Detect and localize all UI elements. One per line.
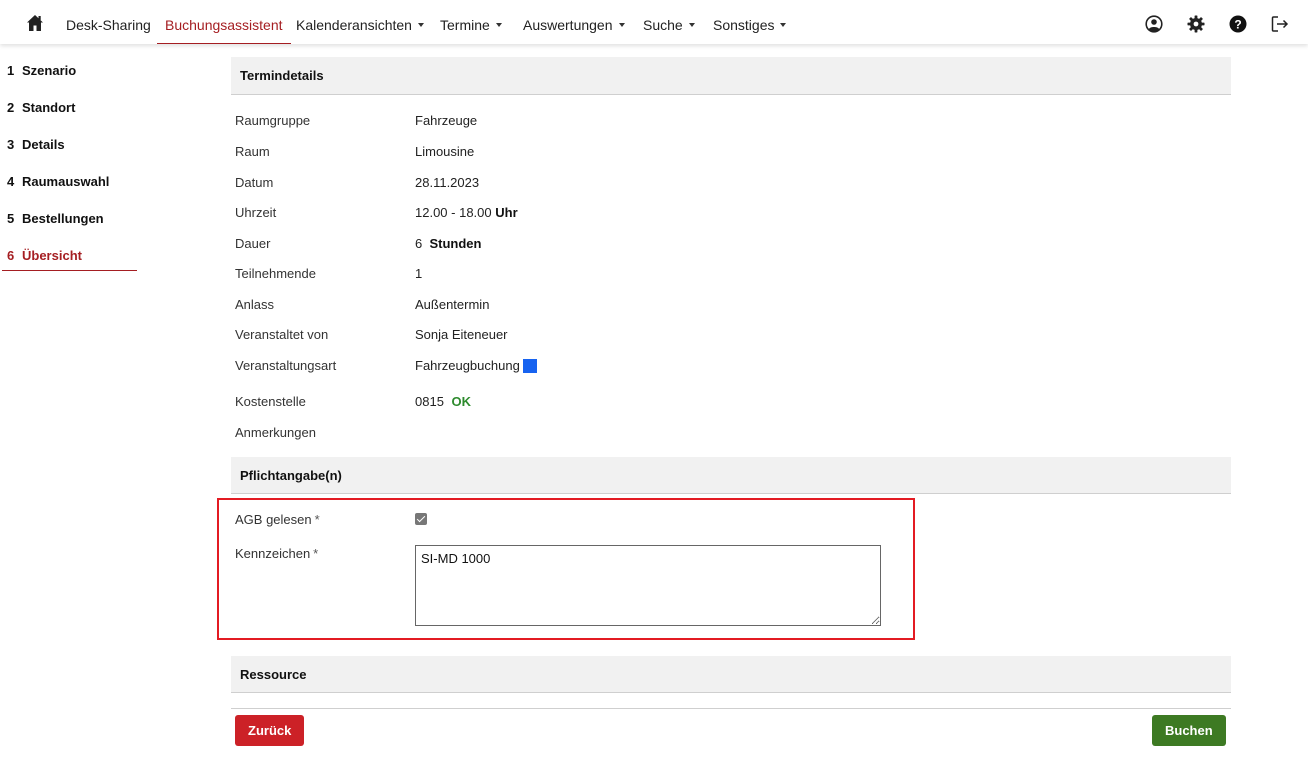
kostenstelle-number: 0815 (415, 394, 444, 409)
caret-down-icon (688, 23, 695, 28)
step-raumauswahl[interactable]: 4 Raumauswahl (0, 167, 140, 204)
wizard-steps: 1 Szenario 2 Standort 3 Details 4 Raumauswah… (0, 56, 140, 278)
section-title: Pflichtangabe(n) (240, 468, 342, 483)
home-icon[interactable] (26, 14, 44, 32)
dauer-unit: Stunden (429, 236, 482, 251)
nav-label: Kalenderansichten (296, 17, 412, 33)
caret-down-icon (495, 23, 502, 28)
step-uebersicht[interactable]: 6 Übersicht (0, 241, 140, 278)
value-dauer: 6 Stunden (415, 236, 481, 251)
step-label: Details (22, 137, 65, 152)
user-circle-icon[interactable] (1145, 15, 1163, 33)
label-raum: Raum (235, 144, 270, 159)
agb-label-text: AGB gelesen (235, 512, 312, 527)
nav-buchungsassistent[interactable]: Buchungsassistent (157, 0, 291, 44)
label-kennzeichen: Kennzeichen * (235, 546, 318, 561)
veranstaltungsart-text: Fahrzeugbuchung (415, 358, 520, 373)
value-veranstaltungsart: Fahrzeugbuchung (415, 358, 537, 374)
value-raumgruppe: Fahrzeuge (415, 113, 478, 128)
value-teilnehmende: 1 (415, 266, 423, 281)
uhrzeit-range: 12.00 - 18.00 (415, 205, 492, 220)
value-veranstaltet: Sonja Eiteneuer (415, 327, 508, 342)
step-bestellungen[interactable]: 5 Bestellungen (0, 204, 140, 241)
label-kostenstelle: Kostenstelle (235, 394, 306, 409)
nav-suche[interactable]: Suche (643, 0, 695, 44)
step-label: Standort (22, 100, 76, 115)
step-number: 5 (7, 211, 15, 226)
caret-down-icon (618, 23, 625, 28)
dauer-number: 6 (415, 236, 423, 251)
label-datum: Datum (235, 175, 274, 190)
gear-icon[interactable] (1187, 15, 1205, 33)
nav-label: Sonstiges (713, 17, 775, 33)
nav-label: Desk-Sharing (66, 17, 151, 33)
divider (231, 708, 1231, 709)
step-number: 2 (7, 100, 15, 115)
section-title: Ressource (240, 667, 307, 682)
section-ressource-header: Ressource (231, 656, 1231, 693)
required-marker: * (314, 512, 320, 527)
label-teilnehmende: Teilnehmende (235, 266, 316, 281)
step-label: Bestellungen (22, 211, 104, 226)
top-navbar: Desk-Sharing Buchungsassistent Kalendera… (0, 0, 1308, 44)
section-pflicht-header: Pflichtangabe(n) (231, 457, 1231, 494)
kennzeichen-label-text: Kennzeichen (235, 546, 311, 561)
step-number: 6 (7, 248, 15, 263)
svg-text:?: ? (1234, 18, 1241, 32)
nav-sonstiges[interactable]: Sonstiges (713, 0, 787, 44)
label-dauer: Dauer (235, 236, 271, 251)
step-standort[interactable]: 2 Standort (0, 93, 140, 130)
value-uhrzeit: 12.00 - 18.00 Uhr (415, 205, 518, 220)
value-kostenstelle: 0815 OK (415, 394, 471, 409)
label-veranstaltet: Veranstaltet von (235, 327, 329, 342)
label-anlass: Anlass (235, 297, 275, 312)
value-datum: 28.11.2023 (415, 175, 480, 190)
label-veranstaltungsart: Veranstaltungsart (235, 358, 337, 373)
step-label: Szenario (22, 63, 77, 78)
nav-termine[interactable]: Termine (440, 0, 502, 44)
logout-icon[interactable] (1271, 15, 1289, 33)
agb-checkbox[interactable] (415, 513, 427, 525)
label-uhrzeit: Uhrzeit (235, 205, 277, 220)
kennzeichen-textarea[interactable]: SI-MD 1000 (415, 545, 881, 626)
step-number: 1 (7, 63, 15, 78)
nav-desk-sharing[interactable]: Desk-Sharing (66, 0, 151, 44)
section-title: Termindetails (240, 68, 324, 83)
book-button[interactable]: Buchen (1152, 715, 1226, 746)
nav-label: Buchungsassistent (165, 17, 283, 33)
active-step-underline (2, 270, 137, 271)
value-raum: Limousine (415, 144, 475, 159)
nav-label: Termine (440, 17, 490, 33)
nav-label: Suche (643, 17, 683, 33)
nav-label: Auswertungen (523, 17, 613, 33)
caret-down-icon (780, 23, 787, 28)
back-button[interactable]: Zurück (235, 715, 305, 746)
value-anlass: Außentermin (415, 297, 490, 312)
help-icon[interactable]: ? (1229, 15, 1247, 33)
step-number: 4 (7, 174, 15, 189)
kostenstelle-status: OK (451, 394, 472, 409)
label-raumgruppe: Raumgruppe (235, 113, 311, 128)
caret-down-icon (417, 23, 424, 28)
step-details[interactable]: 3 Details (0, 130, 140, 167)
uhrzeit-unit: Uhr (495, 205, 518, 220)
step-szenario[interactable]: 1 Szenario (0, 56, 140, 93)
section-termindetails-header: Termindetails (231, 57, 1231, 95)
required-marker: * (313, 546, 319, 561)
nav-auswertungen[interactable]: Auswertungen (523, 0, 625, 44)
step-label: Übersicht (22, 248, 82, 263)
step-number: 3 (7, 137, 15, 152)
step-label: Raumauswahl (22, 174, 110, 189)
label-anmerkungen: Anmerkungen (235, 425, 316, 440)
label-agb: AGB gelesen * (235, 512, 320, 527)
category-color-swatch (522, 358, 537, 373)
nav-kalenderansichten[interactable]: Kalenderansichten (296, 0, 424, 44)
